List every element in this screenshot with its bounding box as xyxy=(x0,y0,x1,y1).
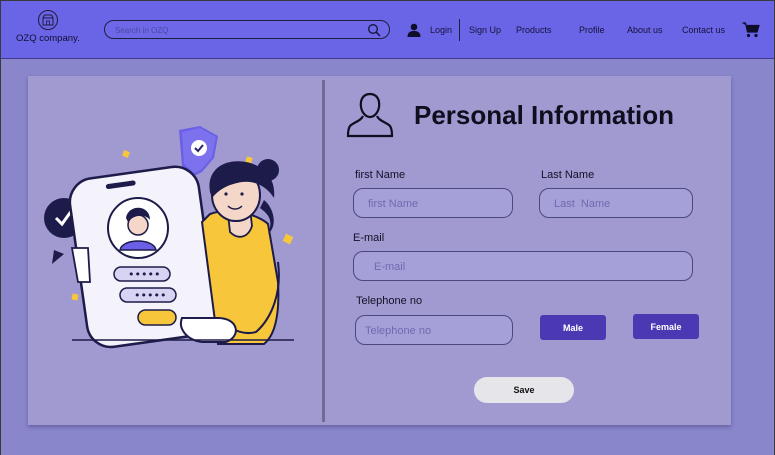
last-name-label: Last Name xyxy=(541,169,595,181)
nav-signup[interactable]: Sign Up xyxy=(469,25,501,35)
confetti-dot xyxy=(282,233,294,245)
male-button[interactable]: Male xyxy=(540,315,606,340)
brand-logo[interactable]: OZQ company. xyxy=(15,9,85,49)
nav-login[interactable]: Login xyxy=(430,25,452,35)
card-divider xyxy=(322,80,325,422)
confetti-dot xyxy=(71,293,79,301)
person-outline-icon xyxy=(346,92,394,138)
masked-password-1: ••••• xyxy=(128,268,160,281)
first-name-label: first Name xyxy=(355,169,406,181)
telephone-input[interactable] xyxy=(365,323,497,339)
logo-badge-icon xyxy=(38,10,58,30)
email-label: E-mail xyxy=(353,232,385,244)
login-illustration: ••••• ••••• xyxy=(44,126,294,349)
telephone-label: Telephone no xyxy=(356,295,423,307)
nav-about[interactable]: About us xyxy=(627,25,663,35)
first-name-input[interactable] xyxy=(368,196,502,212)
nav-profile[interactable]: Profile xyxy=(579,25,605,35)
last-name-input[interactable] xyxy=(554,196,682,212)
telephone-field[interactable] xyxy=(355,315,513,345)
nav-products[interactable]: Products xyxy=(516,25,552,35)
nav-divider xyxy=(459,19,460,41)
save-button[interactable]: Save xyxy=(474,377,574,403)
email-input[interactable] xyxy=(374,259,688,275)
email-field[interactable] xyxy=(353,251,693,281)
user-icon[interactable] xyxy=(407,23,421,37)
masked-password-2: ••••• xyxy=(134,289,166,302)
nav-contact[interactable]: Contact us xyxy=(682,25,725,35)
last-name-field[interactable] xyxy=(539,188,693,218)
search-input[interactable] xyxy=(115,24,355,37)
brand-name: OZQ company. xyxy=(16,33,80,44)
window-frame-left xyxy=(0,0,1,455)
first-name-field[interactable] xyxy=(353,188,513,218)
page-title: Personal Information xyxy=(414,100,675,130)
search-bar[interactable] xyxy=(104,20,390,39)
confetti-dot xyxy=(122,150,130,158)
cart-icon[interactable] xyxy=(742,22,760,38)
top-navbar: OZQ company. Login Sign Up Products Prof… xyxy=(1,1,774,59)
search-icon[interactable] xyxy=(367,23,381,37)
female-button[interactable]: Female xyxy=(633,314,699,339)
personal-info-card: ••••• ••••• Personal Information first N… xyxy=(28,76,731,425)
